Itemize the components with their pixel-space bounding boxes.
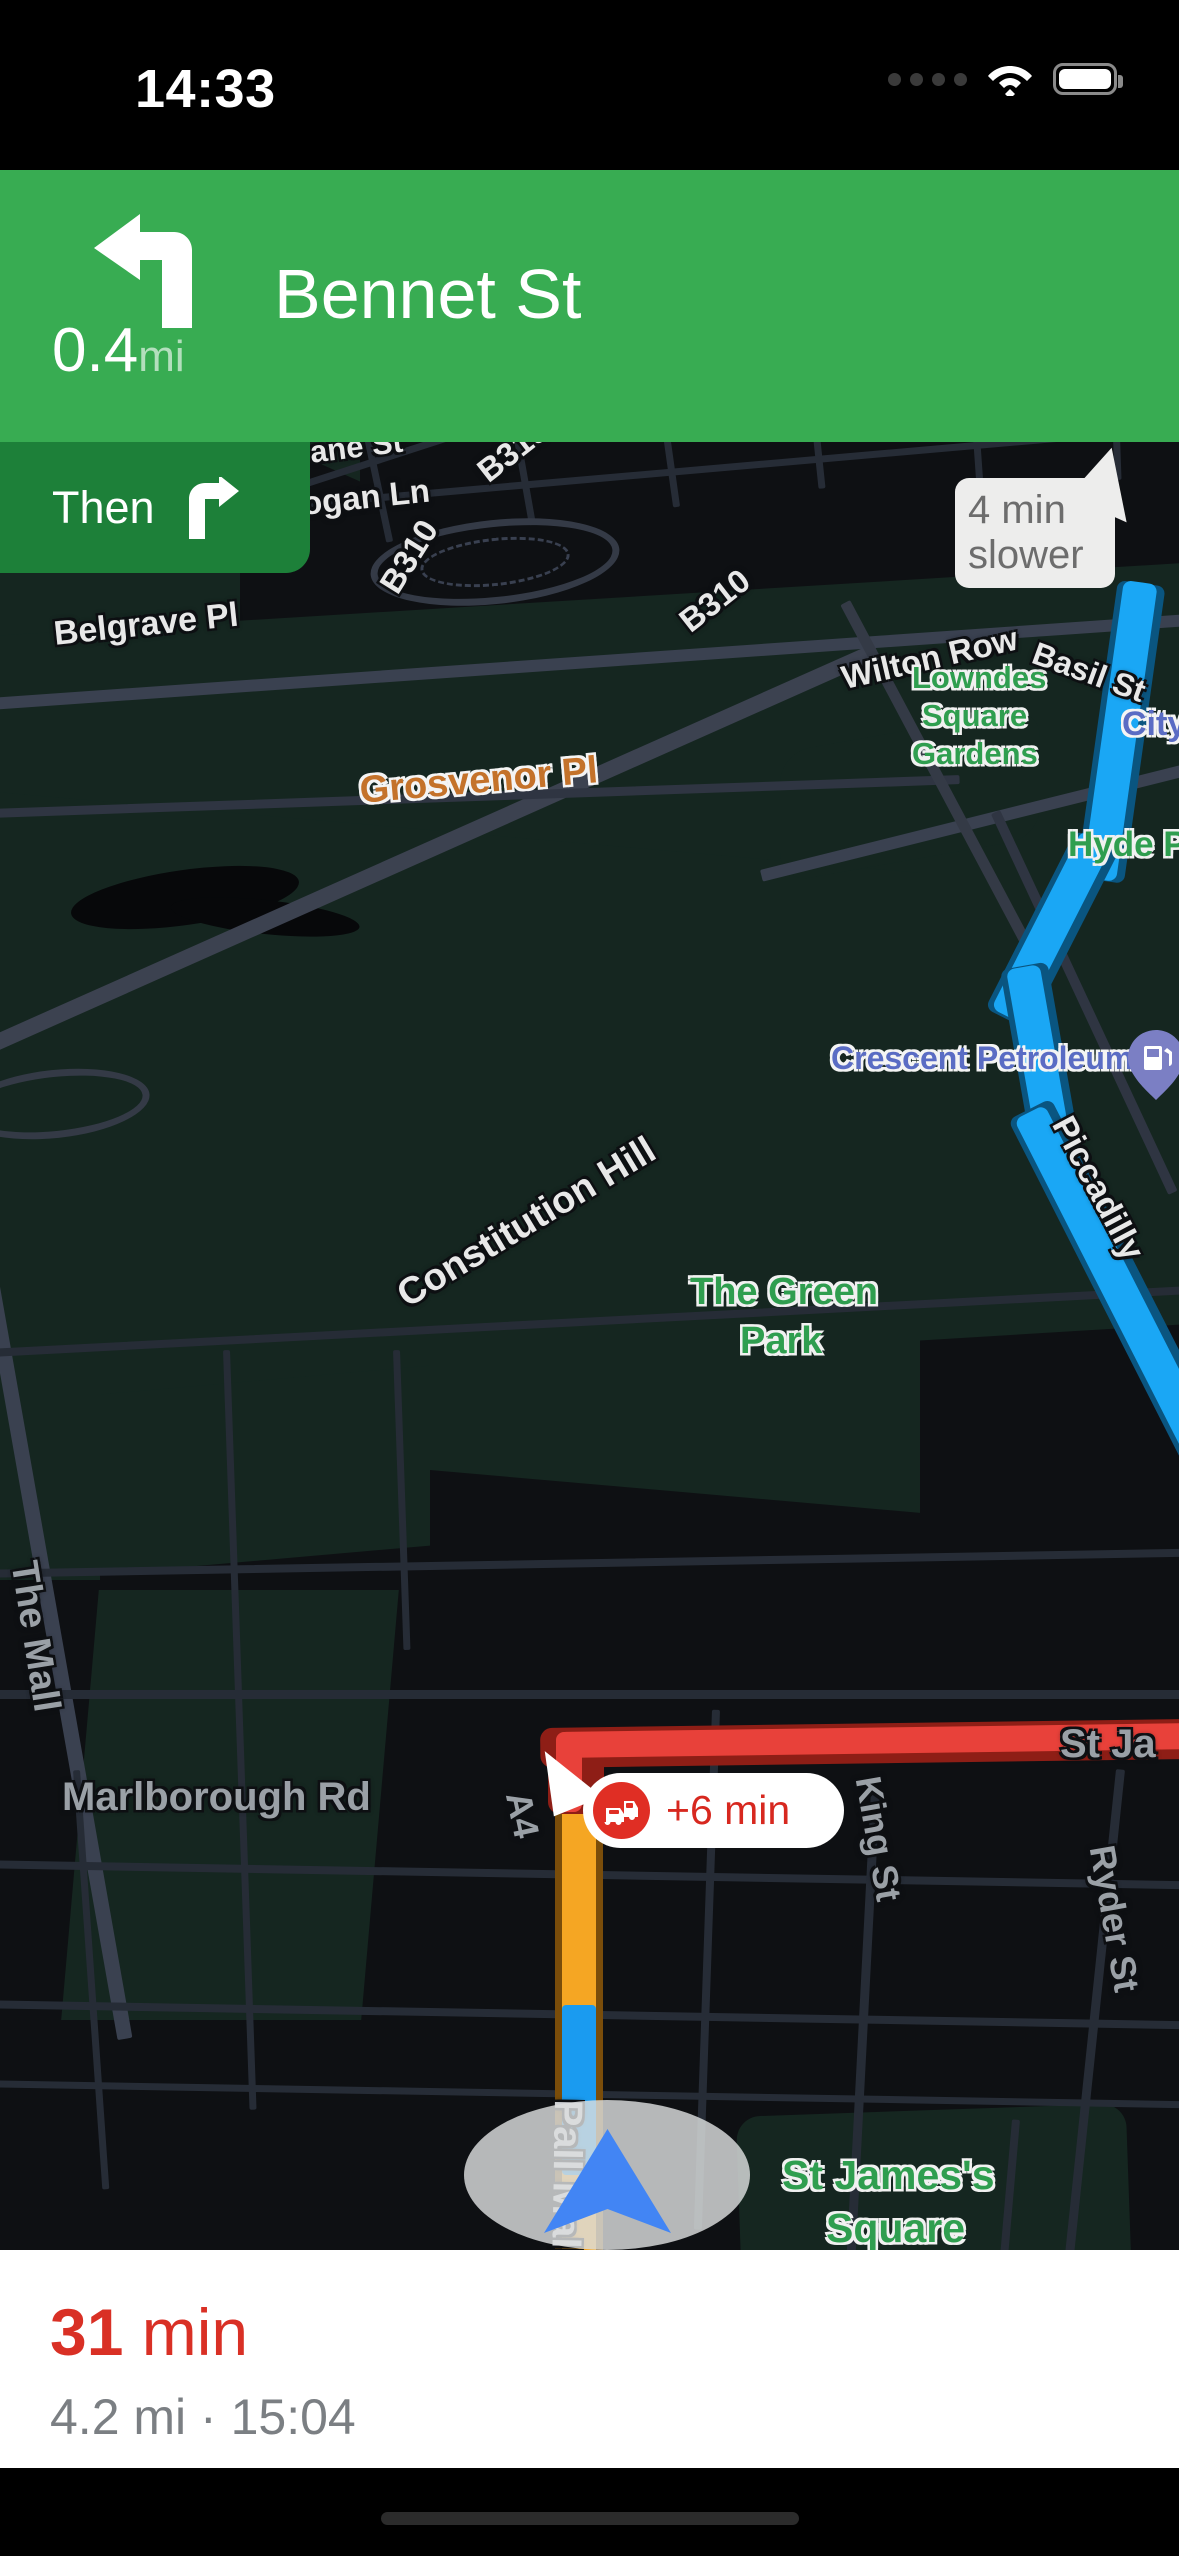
navigation-arrow-icon [540, 2125, 675, 2240]
map-label-a4-shield: A4 [497, 1788, 548, 1842]
distance-value: 0.4 [52, 316, 139, 385]
slower-callout-line1: 4 min [968, 488, 1066, 532]
park-area [100, 1365, 430, 1575]
status-bar-clock: 14:33 [135, 59, 276, 119]
marlborough-rd-road [0, 1690, 1179, 1699]
next-street-name: Bennet St [274, 255, 582, 333]
status-bar-indicators [888, 62, 1123, 99]
trip-summary-sheet[interactable]: 31 min 4.2 mi · 15:04 [0, 2250, 1179, 2468]
distance-unit: mi [138, 332, 185, 381]
traffic-jam-icon [593, 1782, 650, 1839]
battery-icon [1053, 63, 1123, 95]
cellular-dots-icon [888, 72, 967, 86]
then-label: Then [52, 481, 155, 533]
trip-detail-text: 4.2 mi · 15:04 [50, 2389, 356, 2445]
eta-row: 31 min [50, 2294, 248, 2370]
distance-to-turn: 0.4mi [52, 320, 185, 382]
wifi-icon [987, 62, 1033, 99]
eta-unit: min [123, 2295, 249, 2369]
then-maneuver-banner[interactable]: Then [0, 442, 310, 573]
slower-callout-line2: slower [968, 533, 1084, 577]
turn-right-icon [181, 474, 239, 539]
status-bar: 14:33 [0, 0, 1179, 170]
alternate-route-slower-callout[interactable]: 4 min slower [955, 478, 1115, 588]
traffic-delay-badge[interactable]: +6 min [583, 1773, 844, 1848]
eta-minutes: 31 [50, 2295, 124, 2369]
home-indicator[interactable] [380, 2512, 799, 2525]
traffic-delay-text: +6 min [666, 1787, 791, 1833]
gas-station-pin-icon[interactable] [1128, 1030, 1179, 1100]
navigation-banner[interactable]: 0.4mi Bennet St [0, 170, 1179, 442]
home-indicator-area [0, 2468, 1179, 2556]
